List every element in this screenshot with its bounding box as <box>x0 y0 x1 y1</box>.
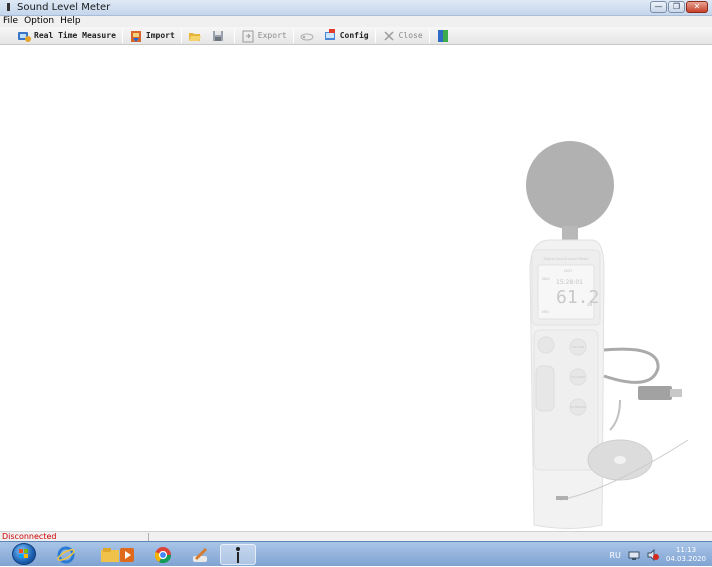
config-button[interactable]: Config <box>320 28 372 44</box>
menu-file[interactable]: File <box>3 16 18 27</box>
connect-button[interactable] <box>297 28 320 44</box>
app-icon <box>7 3 10 11</box>
paint-icon <box>193 547 207 562</box>
system-tray: RU 11:13 04.03.2020 <box>609 545 706 565</box>
book-icon <box>436 29 450 43</box>
language-indicator[interactable]: RU <box>609 551 620 560</box>
taskbar-paint[interactable] <box>182 544 218 565</box>
device-max-label: MAX <box>542 277 550 281</box>
config-label: Config <box>339 31 369 40</box>
media-player-icon <box>120 547 134 562</box>
status-bar: Disconnected <box>0 531 712 541</box>
start-button[interactable] <box>12 543 36 565</box>
device-mode-text: FAST <box>564 269 573 273</box>
close-button[interactable]: Close <box>379 28 426 44</box>
scissors-icon <box>382 29 396 43</box>
window-title: Sound Level Meter <box>17 2 111 13</box>
toolbar-separator <box>292 28 294 43</box>
close-window-button[interactable]: ✕ <box>686 1 708 13</box>
import-button[interactable]: Import <box>126 28 178 44</box>
folder-open-icon <box>188 29 202 43</box>
toolbar-separator <box>374 28 376 43</box>
open-folder-button[interactable] <box>185 28 208 44</box>
menu-help[interactable]: Help <box>60 16 81 27</box>
sound-level-meter-illustration: Digital Sound Level Meter FAST 15:28:01 … <box>526 141 689 529</box>
taskbar-sound-level-meter[interactable] <box>220 544 256 565</box>
config-icon <box>323 28 337 43</box>
export-icon <box>241 29 255 43</box>
volume-muted-icon[interactable] <box>647 549 659 561</box>
book-button[interactable] <box>433 28 456 44</box>
save-icon <box>211 29 225 43</box>
taskbar-chrome[interactable] <box>145 544 181 565</box>
network-icon[interactable] <box>628 549 640 561</box>
restore-icon: ❐ <box>672 2 681 11</box>
device-brand-text: Digital Sound Level Meter <box>543 257 589 261</box>
status-separator <box>148 533 149 541</box>
real-time-measure-label: Real Time Measure <box>34 31 116 40</box>
real-time-measure-button[interactable]: Real Time Measure <box>14 28 119 44</box>
caption-buttons: — ❐ ✕ <box>650 1 708 14</box>
export-button[interactable]: Export <box>238 28 290 44</box>
close-label: Close <box>398 31 423 40</box>
clock-time: 11:13 <box>675 546 697 554</box>
app-window: Sound Level Meter — ❐ ✕ File Option Help… <box>0 0 712 566</box>
realtime-measure-icon <box>17 29 31 43</box>
device-time-text: 15:28:01 <box>556 279 583 286</box>
device-display-unit: dB <box>587 302 593 307</box>
taskbar-internet-explorer[interactable] <box>48 544 84 565</box>
device-min-label: MIN <box>542 310 549 314</box>
clock[interactable]: 11:13 04.03.2020 <box>666 546 706 564</box>
device-button-clear: A/C CLEAR <box>571 375 585 379</box>
save-button[interactable] <box>208 28 231 44</box>
maximize-button[interactable]: ❐ <box>668 1 685 13</box>
device-button-max-min: MAX MIN <box>572 345 584 349</box>
main-content: Digital Sound Level Meter FAST 15:28:01 … <box>0 45 712 531</box>
toolbar: Real Time Measure Import Export Config C… <box>0 27 712 45</box>
title-bar: Sound Level Meter — ❐ ✕ <box>0 0 712 16</box>
toolbar-separator <box>121 28 123 43</box>
minimize-button[interactable]: — <box>650 1 667 13</box>
taskbar-media-player[interactable] <box>109 544 145 565</box>
close-icon: ✕ <box>693 2 701 11</box>
import-icon <box>129 29 143 43</box>
menu-option[interactable]: Option <box>24 16 54 27</box>
connect-icon <box>300 29 314 43</box>
toolbar-separator <box>428 28 430 43</box>
device-display-value: 61.2 <box>556 287 599 308</box>
internet-explorer-icon <box>57 546 75 563</box>
minimize-icon: — <box>654 2 663 11</box>
clock-date: 04.03.2020 <box>665 555 706 563</box>
toolbar-separator <box>180 28 182 43</box>
menu-bar: File Option Help <box>0 16 712 27</box>
chrome-icon <box>154 546 172 563</box>
import-label: Import <box>145 31 175 40</box>
device-button-record: F/S RECORD <box>570 405 586 409</box>
export-label: Export <box>257 31 287 40</box>
sound-meter-app-icon <box>236 546 240 563</box>
taskbar: RU 11:13 04.03.2020 <box>0 541 712 566</box>
windows-logo-icon <box>19 549 28 558</box>
toolbar-separator <box>233 28 235 43</box>
